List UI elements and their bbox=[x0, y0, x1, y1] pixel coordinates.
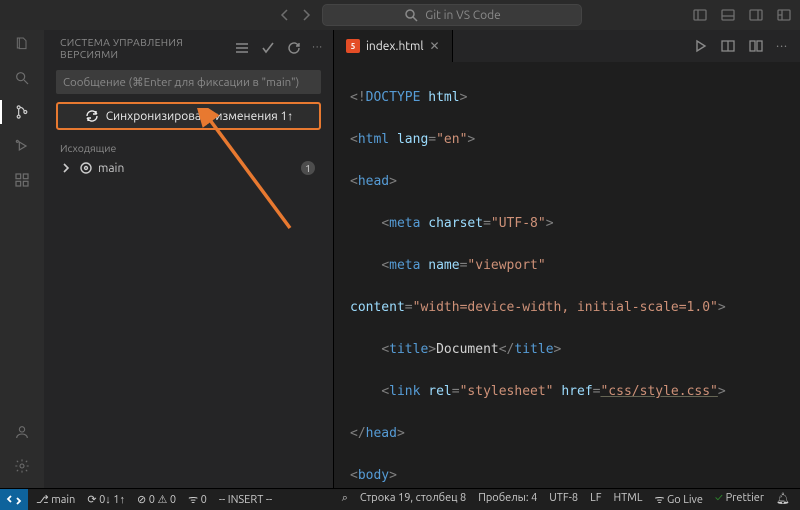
status-radio[interactable]: ᯤ 0 bbox=[188, 492, 207, 507]
status-indent[interactable]: Пробелы: 4 bbox=[478, 492, 537, 507]
editor-area: 5 index.html ✕ ··· <!DOCTYPE html> <html… bbox=[334, 30, 800, 488]
command-center-text: Git in VS Code bbox=[425, 9, 501, 22]
status-cursor[interactable]: Строка 19, столбец 8 bbox=[360, 492, 466, 507]
status-language[interactable]: HTML bbox=[614, 492, 643, 507]
remote-icon bbox=[6, 492, 22, 508]
search-icon bbox=[14, 70, 30, 86]
scm-panel: СИСТЕМА УПРАВЛЕНИЯ ВЕРСИЯМИ ··· Сообщени… bbox=[44, 30, 334, 488]
status-prettier[interactable]: Prettier bbox=[715, 492, 764, 507]
account-icon bbox=[14, 424, 30, 440]
run-icon[interactable] bbox=[692, 38, 708, 54]
diff-icon[interactable] bbox=[748, 38, 764, 54]
activity-bar bbox=[0, 30, 44, 488]
search-icon bbox=[403, 7, 419, 23]
commit-icon[interactable] bbox=[260, 40, 276, 56]
split-editor-icon[interactable] bbox=[720, 38, 736, 54]
commit-placeholder: Сообщение (⌘Enter для фиксации в "main") bbox=[63, 76, 299, 89]
extensions-icon bbox=[14, 172, 30, 188]
view-as-tree-icon[interactable] bbox=[234, 40, 250, 56]
status-golive[interactable]: ᯤ Go Live bbox=[654, 492, 702, 507]
nav-forward-icon[interactable] bbox=[298, 7, 314, 23]
sync-icon bbox=[84, 108, 100, 124]
activity-settings[interactable] bbox=[0, 458, 44, 474]
status-bar: ⎇ main ⟳ 0↓ 1↑ ⊘ 0 ⚠ 0 ᯤ 0 -- INSERT -- … bbox=[0, 488, 800, 510]
source-control-icon bbox=[14, 104, 30, 120]
status-problems[interactable]: ⊘ 0 ⚠ 0 bbox=[137, 493, 176, 506]
gear-icon bbox=[14, 458, 30, 474]
remote-indicator[interactable] bbox=[0, 489, 28, 510]
outgoing-count-badge: 1 bbox=[301, 161, 315, 175]
tab-index-html[interactable]: 5 index.html ✕ bbox=[334, 30, 453, 62]
layout-sidebar-left-icon[interactable] bbox=[692, 7, 708, 23]
tab-bar: 5 index.html ✕ ··· bbox=[334, 30, 800, 62]
status-encoding[interactable]: UTF-8 bbox=[549, 492, 578, 507]
layout-customize-icon[interactable] bbox=[776, 7, 792, 23]
command-center[interactable]: Git in VS Code bbox=[322, 4, 582, 26]
outgoing-section-label: Исходящие bbox=[44, 140, 333, 156]
status-branch[interactable]: ⎇ main bbox=[36, 493, 75, 506]
status-bell-icon[interactable]: 🔔︎ bbox=[776, 492, 790, 507]
activity-scm[interactable] bbox=[0, 104, 44, 120]
status-vim-mode: -- INSERT -- bbox=[219, 494, 272, 506]
activity-search[interactable] bbox=[0, 70, 44, 86]
sync-label: Синхронизировать изменения 1↑ bbox=[106, 109, 294, 123]
status-eol[interactable]: LF bbox=[590, 492, 601, 507]
branch-name: main bbox=[98, 162, 124, 175]
activity-extensions[interactable] bbox=[0, 172, 44, 188]
status-sync[interactable]: ⟳ 0↓ 1↑ bbox=[87, 493, 125, 506]
layout-sidebar-right-icon[interactable] bbox=[748, 7, 764, 23]
sync-changes-button[interactable]: Синхронизировать изменения 1↑ bbox=[56, 102, 321, 130]
tab-filename: index.html bbox=[366, 40, 424, 53]
refresh-icon[interactable] bbox=[286, 40, 302, 56]
html5-icon: 5 bbox=[346, 39, 360, 53]
close-icon[interactable]: ✕ bbox=[430, 39, 440, 53]
target-icon bbox=[78, 160, 94, 176]
title-bar: Git in VS Code bbox=[0, 0, 800, 30]
files-icon bbox=[14, 36, 30, 52]
nav-back-icon[interactable] bbox=[278, 7, 294, 23]
commit-message-input[interactable]: Сообщение (⌘Enter для фиксации в "main") bbox=[56, 70, 321, 94]
debug-icon bbox=[14, 138, 30, 154]
code-editor[interactable]: <!DOCTYPE html> <html lang="en"> <head> … bbox=[334, 62, 800, 488]
more-icon[interactable]: ··· bbox=[312, 40, 323, 56]
outgoing-branch-row[interactable]: main 1 bbox=[44, 156, 333, 180]
status-find[interactable]: ⌕ bbox=[342, 492, 348, 507]
layout-panel-bottom-icon[interactable] bbox=[720, 7, 736, 23]
chevron-right-icon bbox=[58, 160, 74, 176]
activity-explorer[interactable] bbox=[0, 36, 44, 52]
scm-panel-title: СИСТЕМА УПРАВЛЕНИЯ ВЕРСИЯМИ bbox=[60, 36, 234, 60]
activity-debug[interactable] bbox=[0, 138, 44, 154]
more-icon[interactable]: ··· bbox=[776, 40, 788, 53]
activity-account[interactable] bbox=[0, 424, 44, 440]
